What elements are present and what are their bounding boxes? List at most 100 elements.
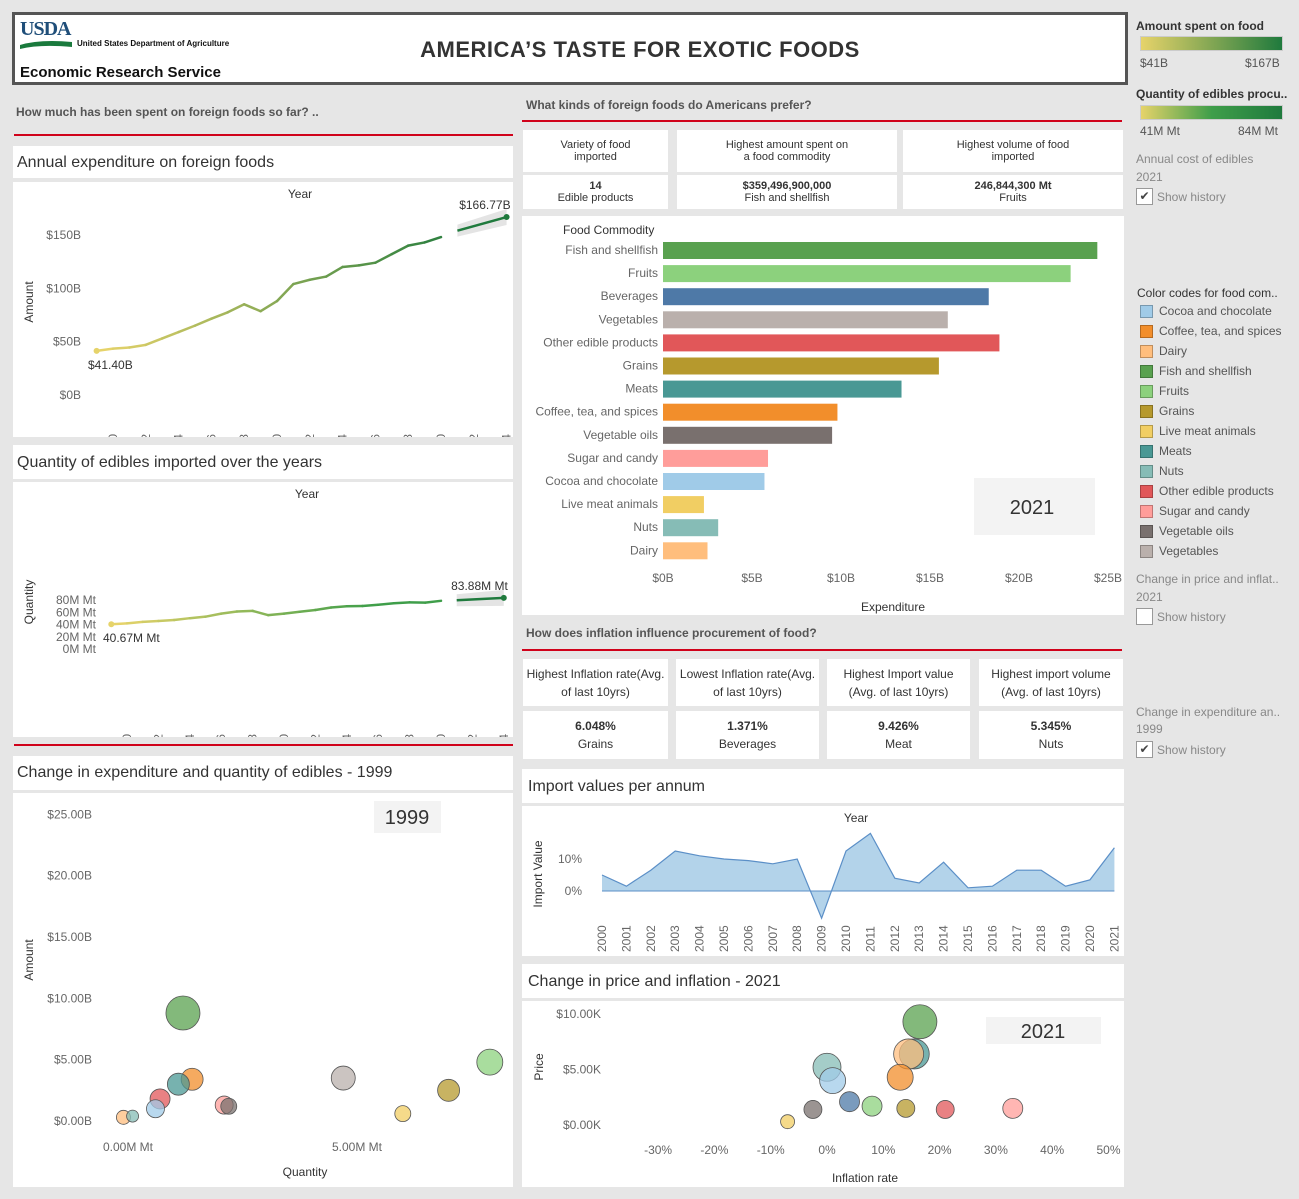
annual-chart-title: Annual expenditure on foreign foods xyxy=(17,154,275,171)
color-code-label: Meats xyxy=(1159,444,1192,458)
series-line-segment xyxy=(193,317,213,327)
kpi-import-volume-number: 5.345% xyxy=(1030,719,1072,733)
quantity-legend-min: 41M Mt xyxy=(1140,124,1181,138)
y-tick-label: 60M Mt xyxy=(56,605,97,619)
x-tick-label: 2011 xyxy=(863,926,877,952)
kpi-import-value-number: 9.426% xyxy=(878,719,919,733)
x-axis-label: Quantity xyxy=(283,1165,328,1179)
y-axis-label: Price xyxy=(532,1053,546,1081)
filter-price-inflation-year[interactable]: 2021 xyxy=(1136,590,1163,604)
x-tick-label: 2008 xyxy=(237,434,251,437)
category-label: Vegetables xyxy=(599,312,658,326)
import-title-panel: Import values per annum xyxy=(522,769,1124,803)
import-chart-title: Import values per annum xyxy=(528,778,705,795)
quantity-chart-title: Quantity of edibles imported over the ye… xyxy=(17,454,323,471)
series-line-segment xyxy=(298,608,317,614)
color-code-item[interactable]: Fruits xyxy=(1140,384,1189,398)
color-code-item[interactable]: Cocoa and chocolate xyxy=(1140,304,1272,318)
x-tick-label: 2006 xyxy=(214,734,228,737)
bar xyxy=(663,311,948,329)
x-tick-label: 2006 xyxy=(204,434,218,437)
scatter-point xyxy=(437,1078,461,1102)
color-code-item[interactable]: Vegetable oils xyxy=(1140,524,1234,538)
annual-chart-panel[interactable]: Year Amount $0B $50B $100B $150B 2000 2002 2004 2… xyxy=(13,182,514,461)
kpi-import-value-value: 9.426% Meat xyxy=(827,711,970,759)
x-tick-label: 2002 xyxy=(644,925,658,952)
y-tick-label: $20.00B xyxy=(47,869,92,883)
kpi-highest-inflation-sub: Grains xyxy=(577,737,614,751)
price-inflation-scatter[interactable]: $0.00K $5.00K $10.00K -30% -20% -10% 0% 10% 20% 3… xyxy=(522,1001,1124,1187)
x-tick-label: $20B xyxy=(1005,571,1033,585)
series-line-segment xyxy=(242,303,262,313)
color-code-label: Fruits xyxy=(1159,384,1189,398)
dashboard-header: USDA United States Department of Agricul… xyxy=(12,12,1128,85)
scatter-point xyxy=(886,1063,914,1091)
x-tick-label: 2000 xyxy=(595,925,609,952)
quantity-chart-panel[interactable]: Year Quantity 0M Mt 20M Mt 40M Mt 60M Mt 80M M… xyxy=(13,482,513,761)
commodity-expenditure-bar-chart[interactable]: Food Commodity Fish and shellfish Fruits Be… xyxy=(522,216,1124,615)
x-tick-label: 10% xyxy=(871,1143,895,1157)
filter-annual-cost-year[interactable]: 2021 xyxy=(1136,170,1163,184)
series-line-segment xyxy=(204,612,223,618)
color-code-item[interactable]: Fish and shellfish xyxy=(1140,364,1252,378)
color-code-item[interactable]: Vegetables xyxy=(1140,544,1218,558)
section-divider xyxy=(522,120,1122,122)
series-line-segment xyxy=(141,619,160,624)
bar xyxy=(663,426,833,444)
bar xyxy=(663,542,708,560)
checkmark-icon[interactable]: ✔ xyxy=(1136,188,1153,205)
color-code-item[interactable]: Dairy xyxy=(1140,344,1187,358)
series-line-segment xyxy=(329,605,349,609)
import-values-area-chart[interactable]: Year Import Value 0% 10% 2000 2001 2002 2003 200… xyxy=(522,806,1124,956)
checkbox-empty-icon[interactable] xyxy=(1136,608,1153,625)
expenditure-quantity-scatter[interactable]: $0.00B $5.00B $10.00B $15.00B $20.00B $25.00B… xyxy=(13,793,844,1187)
price-chart-title: Change in price and inflation - 2021 xyxy=(528,973,781,990)
x-tick-label: 2016 xyxy=(368,434,382,437)
year-axis-title: Year xyxy=(844,811,868,825)
series-line-segment xyxy=(282,610,301,615)
color-code-item[interactable]: Nuts xyxy=(1140,464,1184,478)
color-code-item[interactable]: Coffee, tea, and spices xyxy=(1140,324,1282,338)
x-tick-label: 2021 xyxy=(1107,925,1121,952)
amount-color-ramp xyxy=(1140,36,1283,51)
show-history-checkbox-1[interactable]: ✔ Show history xyxy=(1136,188,1226,205)
kpi-highest-inflation-number: 6.048% xyxy=(575,719,616,733)
year-watermark: 2021 xyxy=(1021,1021,1066,1043)
color-code-item[interactable]: Grains xyxy=(1140,404,1194,418)
commodity-bar-chart-panel[interactable]: Food Commodity Fish and shellfish Fruits Be… xyxy=(522,216,1124,615)
series-line-segment xyxy=(226,303,246,314)
color-code-label: Cocoa and chocolate xyxy=(1159,304,1272,318)
annual-expenditure-chart[interactable]: Year Amount $0B $50B $100B $150B 2000 2002 2004 2… xyxy=(13,182,514,461)
series-line-segment xyxy=(392,601,411,605)
filter-expenditure-year[interactable]: 1999 xyxy=(1136,722,1163,736)
show-history-checkbox-2[interactable]: Show history xyxy=(1136,608,1226,625)
show-history-checkbox-3[interactable]: ✔ Show history xyxy=(1136,741,1226,758)
x-tick-label: 2008 xyxy=(246,734,260,737)
inflation-section-question: How does inflation influence procurement… xyxy=(526,626,817,640)
series-line-segment xyxy=(210,311,230,320)
category-label: Beverages xyxy=(601,289,658,303)
scatter-chart-panel[interactable]: $0.00B $5.00B $10.00B $15.00B $20.00B $25.00B… xyxy=(13,793,844,1187)
start-value-label: 40.67M Mt xyxy=(103,631,160,645)
color-code-item[interactable]: Other edible products xyxy=(1140,484,1274,498)
kpi-highest-volume-sub: Fruits xyxy=(999,192,1027,204)
color-code-item[interactable]: Sugar and candy xyxy=(1140,504,1250,518)
kpi-lowest-inflation-value: 1.371% Beverages xyxy=(676,711,819,759)
bar xyxy=(663,449,769,467)
show-history-label: Show history xyxy=(1157,609,1226,624)
color-code-item[interactable]: Meats xyxy=(1140,444,1192,458)
start-point xyxy=(93,347,100,354)
color-code-item[interactable]: Live meat animals xyxy=(1140,424,1256,438)
checkmark-icon[interactable]: ✔ xyxy=(1136,741,1153,758)
bar xyxy=(663,242,1098,259)
kpi-highest-volume-number: 246,844,300 Mt xyxy=(974,180,1052,192)
x-tick-label: 2015 xyxy=(961,925,975,952)
color-swatch xyxy=(1140,464,1153,478)
series-line-segment xyxy=(172,616,192,622)
import-chart-panel[interactable]: Year Import Value 0% 10% 2000 2001 2002 2003 200… xyxy=(522,806,1124,956)
kpi-highest-volume-label: Highest volume of food imported xyxy=(903,130,1123,172)
kpi-import-value-sub: Meat xyxy=(885,737,912,751)
quantity-imported-chart[interactable]: Year Quantity 0M Mt20M Mt40M Mt60M Mt80M M… xyxy=(13,482,513,761)
price-chart-panel[interactable]: $0.00K $5.00K $10.00K -30% -20% -10% 0% 10% 20% 3… xyxy=(522,1001,1124,1187)
scatter-point xyxy=(896,1098,916,1118)
